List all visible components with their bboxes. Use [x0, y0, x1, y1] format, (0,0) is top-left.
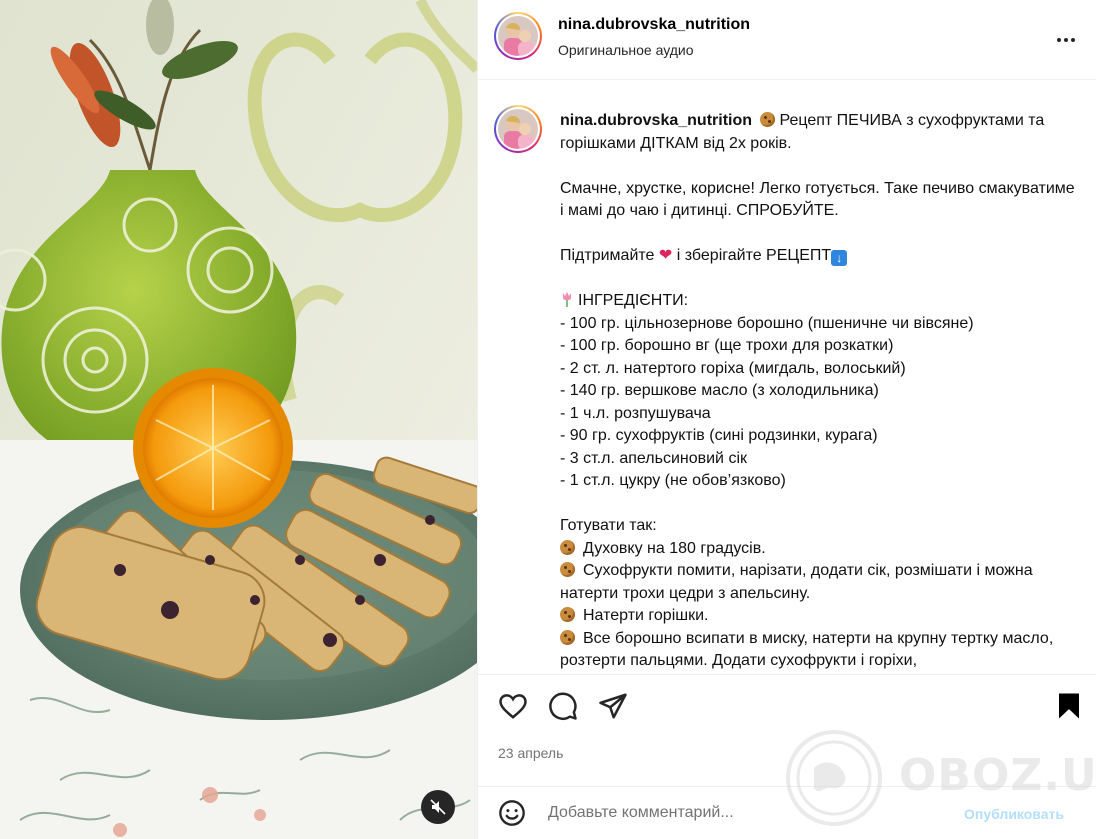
post-media[interactable] [0, 0, 477, 839]
caption-intro: Смачне, хрустке, корисне! Легко готуєтьс… [560, 179, 1075, 220]
method-header: Готувати так: [560, 517, 657, 534]
ingredient-item: - 100 гр. борошно вг (ще трохи для розка… [560, 337, 894, 354]
caption-support-b: і зберігайте РЕЦЕПТ [676, 247, 832, 264]
paper-plane-icon[interactable] [598, 691, 628, 721]
comment-bubble-icon[interactable] [548, 691, 578, 721]
speaker-muted-icon [430, 799, 446, 815]
heart-outline-icon[interactable] [498, 691, 528, 721]
method-step: Духовку на 180 градусів. [583, 539, 766, 557]
caption-section: nina.dubrovska_nutrition Рецепт ПЕЧИВА з… [478, 80, 1096, 674]
more-options-icon[interactable] [1054, 28, 1078, 52]
method-step: Натерти горішки. [583, 607, 709, 624]
publish-button[interactable]: Опубликовать [964, 806, 1064, 822]
method-step: Все борошно всипати в миску, натерти на … [560, 629, 1054, 670]
profile-photo [498, 109, 538, 149]
cookie-icon [560, 629, 575, 645]
profile-photo [498, 16, 538, 56]
author-username[interactable]: nina.dubrovska_nutrition [558, 16, 750, 34]
caption-author-avatar[interactable] [494, 105, 542, 153]
ingredient-item: - 1 ч.л. розпушувача [560, 404, 711, 422]
ingredient-item: - 90 гр. сухофруктів (сині родзинки, кур… [560, 427, 878, 444]
mute-button[interactable] [421, 790, 455, 824]
down-arrow-icon: ↓ [831, 250, 848, 266]
post-header: nina.dubrovska_nutrition Оригинальное ау… [478, 0, 1096, 80]
ingredients-header: ІНГРЕДІЄНТИ: [578, 292, 689, 309]
ingredient-item: - 1 ст.л. цукру (не обов’язково) [560, 472, 786, 489]
author-avatar[interactable] [494, 12, 542, 60]
tulip-icon [563, 292, 571, 307]
bookmark-filled-icon[interactable] [1054, 691, 1084, 721]
cookie-icon [560, 562, 575, 577]
ingredient-item: - 140 гр. вершкове масло (з холодильника… [560, 382, 879, 399]
cookie-icon [560, 607, 575, 622]
post-date[interactable]: 23 апрель [498, 745, 563, 761]
ingredient-item: - 2 ст. л. натертого горіха (мигдаль, во… [560, 359, 906, 377]
cookie-icon [760, 112, 776, 127]
smiley-icon[interactable] [498, 799, 526, 827]
comment-input[interactable] [548, 804, 948, 822]
red-heart-icon: ❤ [658, 247, 673, 264]
cookie-icon [560, 539, 575, 555]
cookies-photo [0, 0, 477, 839]
ingredient-item: - 100 гр. цільнозернове борошно (пшеничн… [560, 314, 974, 332]
post-caption: nina.dubrovska_nutrition Рецепт ПЕЧИВА з… [560, 110, 1080, 673]
audio-label[interactable]: Оригинальное аудио [558, 42, 694, 58]
caption-username[interactable]: nina.dubrovska_nutrition [560, 112, 752, 129]
comment-bar: Опубликовать [478, 786, 1096, 839]
method-step: Сухофрукти помити, нарізати, додати сік,… [560, 562, 1033, 602]
post-details-panel: nina.dubrovska_nutrition Оригинальное ау… [477, 0, 1096, 839]
action-bar: 23 апрель [478, 674, 1096, 804]
ingredient-item: - 3 ст.л. апельсиновий сік [560, 449, 747, 467]
caption-support-a: Підтримайте [560, 247, 655, 264]
